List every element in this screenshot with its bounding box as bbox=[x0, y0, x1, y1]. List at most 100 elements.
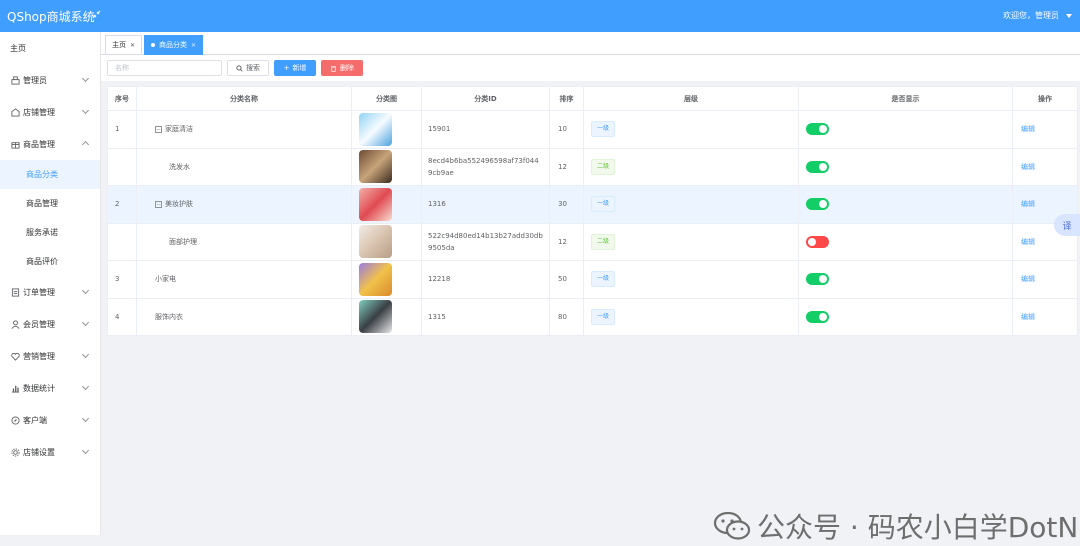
tab-home[interactable]: 主页 ✕ bbox=[105, 35, 143, 55]
sidebar-item-label: 商品管理 bbox=[23, 139, 55, 149]
show-toggle[interactable] bbox=[806, 235, 829, 248]
sidebar-item-label: 店铺管理 bbox=[23, 107, 55, 117]
sidebar-sub-review[interactable]: 商品评价 bbox=[0, 247, 100, 276]
translate-button[interactable]: 译 bbox=[1054, 214, 1080, 236]
search-button[interactable]: 搜索 bbox=[227, 60, 269, 76]
cell-index: 2 bbox=[107, 185, 137, 224]
category-thumbnail[interactable] bbox=[359, 300, 392, 334]
category-name: 小家电 bbox=[155, 275, 176, 284]
cell-level: 一级 bbox=[583, 260, 799, 299]
sidebar-item-order[interactable]: 订单管理 bbox=[0, 276, 100, 308]
cell-index bbox=[107, 147, 137, 186]
category-thumbnail[interactable] bbox=[359, 112, 392, 146]
gift-icon bbox=[10, 139, 20, 149]
edit-link[interactable]: 编辑 bbox=[1012, 147, 1078, 186]
toggle-knob bbox=[819, 275, 827, 284]
delete-button[interactable]: 删除 bbox=[321, 60, 363, 76]
sidebar-item-marketing[interactable]: 营销管理 bbox=[0, 340, 100, 372]
cell-sort: 10 bbox=[549, 110, 584, 149]
cell-image bbox=[351, 185, 422, 224]
cell-level: 二级 bbox=[583, 147, 799, 186]
close-icon[interactable]: ✕ bbox=[191, 42, 196, 49]
cell-index: 3 bbox=[107, 260, 137, 299]
cell-show bbox=[798, 185, 1013, 224]
toggle-knob bbox=[819, 162, 827, 171]
cell-show bbox=[798, 260, 1013, 299]
category-thumbnail[interactable] bbox=[359, 150, 392, 184]
edit-link[interactable]: 编辑 bbox=[1012, 260, 1078, 299]
collapse-icon[interactable] bbox=[92, 10, 101, 22]
sidebar-item-label: 店铺设置 bbox=[23, 447, 55, 457]
user-icon bbox=[10, 319, 20, 329]
cell-index: 4 bbox=[107, 297, 137, 336]
cell-show bbox=[798, 297, 1013, 336]
watermark-text: 公众号 · 码农小白学DotNet bbox=[757, 511, 1080, 544]
cell-name: 服饰内衣 bbox=[136, 297, 352, 336]
cell-image bbox=[351, 222, 422, 261]
toggle-knob bbox=[819, 125, 827, 134]
category-thumbnail[interactable] bbox=[359, 262, 392, 296]
heart-icon bbox=[10, 351, 20, 361]
cell-name: 面部护理 bbox=[136, 222, 352, 261]
sidebar-item-member[interactable]: 会员管理 bbox=[0, 308, 100, 340]
chevron-down-icon bbox=[81, 106, 90, 115]
user-menu[interactable]: 欢迎您，管理员 bbox=[1003, 10, 1072, 21]
cell-image bbox=[351, 147, 422, 186]
category-thumbnail[interactable] bbox=[359, 187, 392, 221]
active-dot-icon bbox=[151, 43, 156, 47]
category-name: 洗发水 bbox=[169, 162, 190, 171]
show-toggle[interactable] bbox=[806, 310, 829, 323]
show-toggle[interactable] bbox=[806, 123, 829, 136]
collapse-toggle-icon[interactable]: − bbox=[155, 200, 162, 208]
sidebar-item-store[interactable]: 店铺管理 bbox=[0, 96, 100, 128]
sidebar-item-label: 主页 bbox=[10, 43, 26, 53]
cell-image bbox=[351, 297, 422, 336]
sidebar-sub-goods[interactable]: 商品管理 bbox=[0, 189, 100, 218]
sidebar-item-label: 会员管理 bbox=[23, 319, 55, 329]
cell-name: − 家庭清洁 bbox=[136, 110, 352, 149]
sidebar-sub-service[interactable]: 服务承诺 bbox=[0, 218, 100, 247]
cell-show bbox=[798, 110, 1013, 149]
level-tag: 一级 bbox=[591, 196, 616, 213]
cell-sort: 30 bbox=[549, 185, 584, 224]
sidebar: 主页 管理员 店铺管理 商品管理 商品分类 商品管理 服务承诺 商品评价 订单管… bbox=[0, 32, 101, 535]
tab-category[interactable]: 商品分类 ✕ bbox=[144, 35, 204, 55]
sidebar-item-stats[interactable]: 数据统计 bbox=[0, 372, 100, 404]
toggle-knob bbox=[819, 312, 827, 321]
gear-icon bbox=[10, 447, 20, 457]
cell-level: 一级 bbox=[583, 185, 799, 224]
wechat-icon bbox=[713, 511, 751, 540]
chevron-down-icon bbox=[81, 286, 90, 295]
cell-image bbox=[351, 260, 422, 299]
sidebar-item-label: 管理员 bbox=[23, 75, 47, 85]
cell-id: 522c94d80ed14b13b27add30db9505da bbox=[421, 222, 550, 261]
sidebar-item-goods[interactable]: 商品管理 bbox=[0, 128, 100, 160]
column-header: 操作 bbox=[1012, 86, 1078, 111]
sidebar-item-admin[interactable]: 管理员 bbox=[0, 64, 100, 96]
sidebar-item-home[interactable]: 主页 bbox=[0, 32, 100, 64]
add-button[interactable]: + 新增 bbox=[274, 60, 316, 76]
collapse-toggle-icon[interactable]: − bbox=[155, 125, 162, 133]
category-thumbnail[interactable] bbox=[359, 225, 392, 259]
edit-link[interactable]: 编辑 bbox=[1012, 110, 1078, 149]
level-tag: 一级 bbox=[591, 121, 616, 138]
tab-bar: 主页 ✕ 商品分类 ✕ bbox=[101, 32, 1080, 55]
app-title: QShop商城系统 bbox=[7, 9, 95, 24]
show-toggle[interactable] bbox=[806, 160, 829, 173]
search-input[interactable]: 名称 bbox=[107, 60, 222, 76]
sidebar-item-settings[interactable]: 店铺设置 bbox=[0, 436, 100, 468]
sidebar-item-client[interactable]: 客户端 bbox=[0, 404, 100, 436]
level-tag: 一级 bbox=[591, 271, 616, 288]
edit-link[interactable]: 编辑 bbox=[1012, 297, 1078, 336]
column-header: 序号 bbox=[107, 86, 137, 111]
sidebar-sub-category[interactable]: 商品分类 bbox=[0, 160, 100, 189]
show-toggle[interactable] bbox=[806, 198, 829, 211]
close-icon[interactable]: ✕ bbox=[130, 42, 135, 49]
show-toggle[interactable] bbox=[806, 273, 829, 286]
cell-sort: 50 bbox=[549, 260, 584, 299]
top-header: QShop商城系统 欢迎您，管理员 bbox=[0, 0, 1080, 32]
category-name: 服饰内衣 bbox=[155, 312, 183, 321]
chevron-down-icon bbox=[81, 74, 90, 83]
column-header: 排序 bbox=[549, 86, 584, 111]
cell-sort: 12 bbox=[549, 222, 584, 261]
